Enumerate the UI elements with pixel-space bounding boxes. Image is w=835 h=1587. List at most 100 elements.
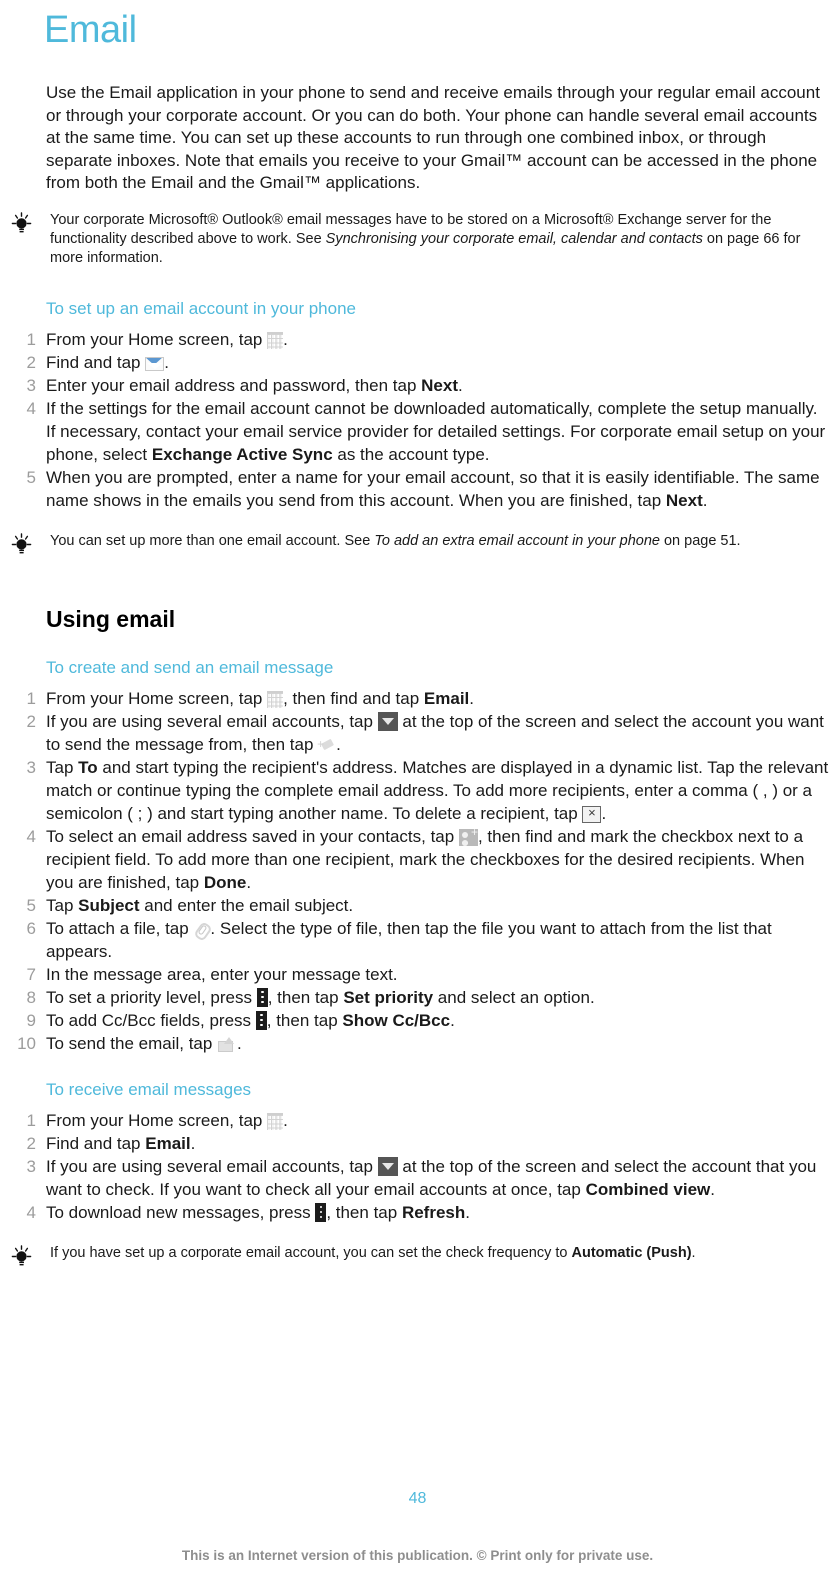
- tip-text-bold: Automatic (Push): [571, 1244, 692, 1261]
- step-number: 1: [26, 688, 36, 708]
- steps-receive-email: 1 From your Home screen, tap . 2 Find and …: [0, 1109, 835, 1224]
- add-contact-icon: [458, 825, 478, 846]
- step-text-post: .: [336, 734, 341, 754]
- list-item: 3 If you are using several email accounts…: [0, 1155, 835, 1201]
- spacer-before-setup: [0, 268, 835, 298]
- list-item: 1 From your Home screen, tap .: [0, 1109, 835, 1132]
- step-number: 2: [26, 352, 36, 372]
- menu-key-icon: [256, 987, 268, 1007]
- step-text: Tap: [46, 757, 79, 777]
- step-bold: Next: [421, 375, 459, 395]
- page-number: 48: [408, 1490, 427, 1507]
- tip-text-italic: To add an extra email account in your ph…: [374, 532, 660, 549]
- step-text-post: .: [164, 352, 169, 372]
- step-bold: Subject: [78, 895, 140, 915]
- heading-using-email: Using email: [46, 605, 176, 632]
- step-text: To send the email, tap: [46, 1033, 218, 1053]
- step-text-post: .: [283, 329, 288, 349]
- dropdown-icon: [377, 1156, 398, 1176]
- step-bold: To: [78, 757, 98, 777]
- spacer-before-using: [0, 551, 835, 581]
- spacer-before-tip2: [0, 512, 835, 532]
- steps-create-send: 1 From your Home screen, tap , then find …: [0, 687, 835, 1055]
- list-item: 6 To attach a file, tap . Select the type…: [0, 917, 835, 963]
- spacer-setup-heading: [0, 320, 835, 328]
- list-item: 1 From your Home screen, tap .: [0, 328, 835, 351]
- list-item: 5 When you are prompted, enter a name for…: [0, 466, 835, 512]
- list-item: 4 To download new messages, press , then …: [0, 1201, 835, 1224]
- step-text-mid: and start typing the recipient's address…: [46, 757, 829, 823]
- step-text: From your Home screen, tap: [46, 688, 268, 708]
- tip-extra-account: You can set up more than one email accou…: [0, 532, 835, 553]
- menu-key-icon: [255, 1010, 267, 1030]
- grid-icon: [267, 331, 284, 349]
- list-item: 8 To set a priority level, press , then t…: [0, 986, 835, 1009]
- step-text-post: as the account type.: [332, 444, 490, 464]
- step-number: 4: [26, 1202, 36, 1222]
- step-number: 4: [26, 398, 36, 418]
- step-number: 1: [26, 1110, 36, 1130]
- heading-receive-email: To receive email messages: [46, 1079, 252, 1099]
- step-bold: Next: [665, 490, 703, 510]
- step-bold: Email: [145, 1133, 191, 1153]
- step-text: Tap: [46, 895, 79, 915]
- spacer-after-using: [0, 633, 835, 657]
- lightbulb-icon: [8, 211, 36, 236]
- step-text: To select an email address saved in your…: [46, 826, 459, 846]
- spacer-create-heading: [0, 679, 835, 687]
- list-item: 7 In the message area, enter your message…: [0, 963, 835, 986]
- step-text-post: .: [450, 1010, 455, 1030]
- copyright-notice: This is an Internet version of this publ…: [181, 1548, 654, 1563]
- list-item: 3 Tap To and start typing the recipient's…: [0, 756, 835, 825]
- step-text-post: .: [458, 375, 463, 395]
- dropdown-icon: [377, 711, 398, 731]
- step-text-post: .: [710, 1179, 715, 1199]
- list-item: 2 Find and tap Email.: [0, 1132, 835, 1155]
- spacer-before-tip1: [0, 195, 835, 211]
- step-text-mid: , then tap: [266, 1010, 343, 1030]
- intro-paragraph: Use the Email application in your phone …: [46, 83, 820, 192]
- step-number: 2: [26, 1133, 36, 1153]
- step-text-post: .: [190, 1133, 196, 1153]
- page-title: Email: [44, 9, 137, 51]
- step-bold: Combined view: [585, 1179, 711, 1199]
- step-text-post: .: [283, 1110, 288, 1130]
- list-item: 10 To send the email, tap .: [0, 1032, 835, 1055]
- step-number: 6: [26, 918, 36, 938]
- list-item: 3 Enter your email address and password, …: [0, 374, 835, 397]
- heading-create-send: To create and send an email message: [46, 657, 334, 677]
- step-text-post: .: [246, 872, 252, 892]
- lightbulb-icon: [8, 1244, 36, 1269]
- step-text: From your Home screen, tap: [46, 1110, 268, 1130]
- step-number: 10: [17, 1033, 36, 1053]
- step-text-post: and enter the email subject.: [139, 895, 354, 915]
- grid-icon: [267, 690, 284, 708]
- spacer-before-receive: [0, 1055, 835, 1079]
- list-item: 1 From your Home screen, tap , then find …: [0, 687, 835, 710]
- step-number: 5: [26, 895, 36, 915]
- step-text: To set a priority level, press: [46, 987, 257, 1007]
- send-icon: [217, 1036, 237, 1053]
- list-item: 9 To add Cc/Bcc fields, press , then tap …: [0, 1009, 835, 1032]
- step-text-mid: , then tap: [267, 987, 344, 1007]
- step-number: 7: [26, 964, 36, 984]
- heading-setup-account: To set up an email account in your phone: [46, 298, 356, 318]
- list-item: 2 If you are using several email accounts…: [0, 710, 835, 756]
- tip-text-part1: If you have set up a corporate email acc…: [50, 1244, 572, 1261]
- spacer-before-using-2: [0, 581, 835, 605]
- envelope-icon: [145, 356, 165, 371]
- step-text-post: and select an option.: [433, 987, 595, 1007]
- step-bold: Done: [203, 872, 247, 892]
- step-bold: Set priority: [343, 987, 434, 1007]
- step-text: If you are using several email accounts,…: [46, 1156, 378, 1176]
- step-bold: Refresh: [401, 1202, 466, 1222]
- spacer-before-tip3: [0, 1224, 835, 1244]
- list-item: 2 Find and tap .: [0, 351, 835, 374]
- step-text: Find and tap: [46, 352, 146, 372]
- tip-push-frequency: If you have set up a corporate email acc…: [0, 1244, 835, 1265]
- step-text: Enter your email address and password, t…: [46, 375, 422, 395]
- spacer-receive-heading: [0, 1101, 835, 1109]
- step-text-post: .: [601, 803, 607, 823]
- step-number: 5: [26, 467, 36, 487]
- step-text: From your Home screen, tap: [46, 329, 268, 349]
